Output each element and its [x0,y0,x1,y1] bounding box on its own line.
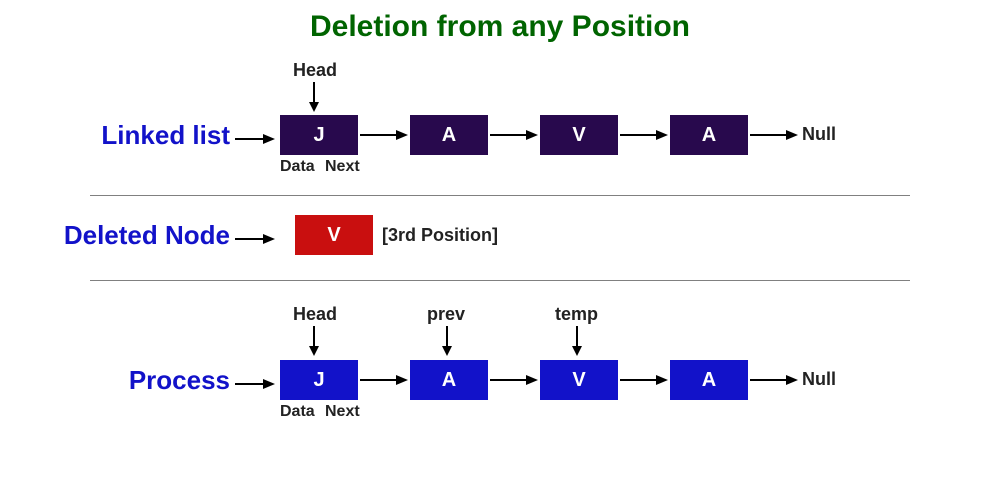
arrow-right-icon [235,234,275,244]
row3-data-sublabel: Data [280,403,315,421]
row1-node-1: A [410,115,488,155]
arrow-right-icon [490,130,538,140]
row1-head-label: Head [293,60,337,81]
row3-node-3: A [670,360,748,400]
row1-node-0: J [280,115,358,155]
row3-node-1: A [410,360,488,400]
row3-label: Process [30,365,230,396]
row3-prev-label: prev [427,304,465,325]
arrow-right-icon [360,130,408,140]
divider-2 [90,280,910,281]
arrow-down-icon [313,326,315,356]
row3-null-label: Null [802,369,836,390]
arrow-down-icon [576,326,578,356]
divider-1 [90,195,910,196]
arrow-right-icon [750,130,798,140]
row3-temp-label: temp [555,304,598,325]
row2-position-note: [3rd Position] [382,225,498,246]
arrow-right-icon [360,375,408,385]
arrow-right-icon [750,375,798,385]
row1-null-label: Null [802,124,836,145]
arrow-down-icon [313,82,315,112]
arrow-right-icon [235,134,275,144]
arrow-right-icon [620,375,668,385]
row1-node-2: V [540,115,618,155]
row3-node-2: V [540,360,618,400]
arrow-right-icon [235,379,275,389]
row2-label: Deleted Node [30,220,230,251]
arrow-right-icon [620,130,668,140]
arrow-down-icon [446,326,448,356]
row1-node-3: A [670,115,748,155]
row3-node-0: J [280,360,358,400]
row3-next-sublabel: Next [325,403,360,421]
row3-head-label: Head [293,304,337,325]
arrow-right-icon [490,375,538,385]
row1-data-sublabel: Data [280,158,315,176]
diagram-title: Deletion from any Position [0,10,1000,44]
row1-label: Linked list [30,120,230,151]
row2-deleted-node: V [295,215,373,255]
row1-next-sublabel: Next [325,158,360,176]
